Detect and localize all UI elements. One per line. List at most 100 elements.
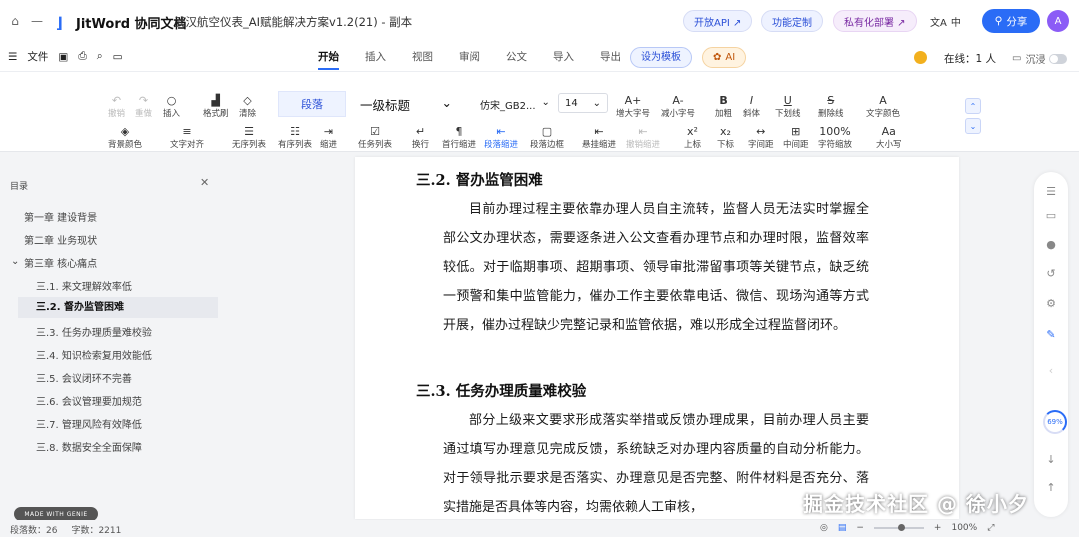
letter-spacing-button[interactable]: ↔ 字间距	[748, 125, 774, 150]
line-break-button[interactable]: ↵ 换行	[412, 125, 429, 150]
shrink-font-button[interactable]: A- 减小字号	[661, 94, 695, 119]
font-color-button[interactable]: A 文字颜色	[866, 94, 900, 119]
zoom-slider[interactable]	[873, 524, 924, 531]
hanging-indent-button[interactable]: ⇤ 悬挂缩进	[582, 125, 616, 150]
first-indent-button[interactable]: ¶ 首行缩进	[442, 125, 476, 150]
menu-bar: ☰ 文件 ▣ ⎙ ⌕ ▭ 开始 插入 视图 审阅 公文 导入 导出 设为模板 ✿…	[0, 42, 1079, 72]
toc-item[interactable]: 第一章 建设背景	[24, 209, 97, 224]
para-border-button[interactable]: ▢ 段落边框	[530, 125, 564, 150]
save-icon[interactable]: ▣	[58, 51, 68, 63]
arrow-down-icon[interactable]: ↓	[1044, 452, 1058, 466]
history-icon[interactable]: ↺	[1044, 266, 1058, 280]
tab-review[interactable]: 审阅	[459, 42, 480, 72]
unordered-list-button[interactable]: ☰ 无序列表	[232, 125, 266, 150]
comment-icon[interactable]: ▭	[1044, 208, 1058, 222]
tab-export[interactable]: 导出	[600, 42, 621, 72]
toc-item[interactable]: 三.3. 任务办理质量难校验	[36, 324, 152, 339]
arrow-up-icon[interactable]: ↑	[1044, 480, 1058, 494]
toc-item[interactable]: 三.6. 会议管理要加规范	[36, 393, 142, 408]
bold-button[interactable]: B 加粗	[715, 94, 732, 119]
search-icon[interactable]: ⌕	[97, 50, 103, 63]
case-button[interactable]: Aa 大小写	[876, 125, 902, 150]
tab-insert[interactable]: 插入	[365, 42, 386, 72]
format-painter-button[interactable]: ▟ 格式刷	[203, 94, 229, 119]
page-view-icon[interactable]: ▤	[838, 523, 847, 533]
font-size-selector[interactable]: 14 ⌄	[558, 93, 608, 113]
minus-icon[interactable]: —	[28, 12, 46, 30]
zoom-indicator[interactable]: 69%	[1043, 410, 1067, 434]
section-heading[interactable]: 三.2. 督办监管困难	[416, 169, 543, 190]
globe-icon[interactable]: ◎	[820, 523, 828, 533]
immersive-toggle[interactable]: ▭ 沉浸	[1012, 51, 1068, 66]
clear-format-button[interactable]: ◇ 清除	[239, 94, 256, 119]
superscript-button[interactable]: x² 上标	[684, 125, 701, 150]
toc-item[interactable]: 三.4. 知识检索复用效能低	[36, 347, 152, 362]
toc-item[interactable]: 三.7. 管理风险有效降低	[36, 416, 142, 431]
print-icon[interactable]: ⎙	[78, 50, 86, 63]
toc-item[interactable]: 第三章 核心痛点	[24, 255, 97, 270]
toc-chevron-icon[interactable]: ⌄	[11, 256, 19, 267]
char-scale-button[interactable]: 100% 字符缩放	[818, 125, 852, 150]
section-heading[interactable]: 三.3. 任务办理质量难校验	[416, 380, 586, 401]
settings-icon[interactable]: ⚙	[1044, 296, 1058, 310]
toc-item-active[interactable]: 三.2. 督办监管困难	[18, 297, 218, 318]
coin-icon[interactable]	[914, 51, 927, 64]
italic-button[interactable]: I 斜体	[743, 94, 760, 119]
tab-import[interactable]: 导入	[553, 42, 574, 72]
present-icon[interactable]: ▭	[113, 51, 123, 63]
document-page[interactable]: 三.2. 督办监管困难 目前办理过程主要依靠办理人员自主流转，监督人员无法实时掌…	[355, 157, 959, 519]
immersive-switch[interactable]	[1049, 53, 1068, 64]
chevron-left-icon[interactable]: ‹	[1044, 363, 1058, 377]
close-icon[interactable]: ✕	[200, 176, 209, 189]
fullscreen-icon[interactable]: ⤢	[987, 523, 994, 533]
toc-item[interactable]: 第二章 业务现状	[24, 232, 97, 247]
tab-home[interactable]: 开始	[318, 42, 339, 72]
task-list-button[interactable]: ☑ 任务列表	[358, 125, 392, 150]
indent-button[interactable]: ⇥ 缩进	[320, 125, 337, 150]
custom-feature-button[interactable]: 功能定制	[761, 10, 823, 32]
made-with-badge[interactable]: MADE WITH GENIE	[14, 507, 98, 521]
heading-selector[interactable]: 一级标题 ⌄	[360, 95, 452, 114]
grow-font-button[interactable]: A+ 增大字号	[616, 94, 650, 119]
bg-color-button[interactable]: ◈ 背景颜色	[108, 125, 142, 150]
toc-item[interactable]: 三.5. 会议闭环不完善	[36, 370, 132, 385]
set-template-button[interactable]: 设为模板	[630, 47, 692, 68]
home-icon[interactable]: ⌂	[6, 12, 24, 30]
file-menu[interactable]: 文件	[27, 49, 48, 64]
avatar[interactable]: A	[1047, 10, 1069, 32]
para-spacing-button[interactable]: ⇤ 段落缩进	[484, 125, 518, 150]
tab-view[interactable]: 视图	[412, 42, 433, 72]
toc-item[interactable]: 三.8. 数据安全全面保障	[36, 439, 142, 454]
undo-button[interactable]: ↶ 撤销	[108, 94, 125, 119]
strike-button[interactable]: S 删除线	[818, 94, 844, 119]
expand-up-icon[interactable]: ⌃	[965, 98, 981, 114]
undo-indent-button[interactable]: ⇤ 撤销缩进	[626, 125, 660, 150]
ai-button[interactable]: ✿ AI	[702, 47, 747, 68]
paragraph[interactable]: 目前办理过程主要依靠办理人员自主流转，监督人员无法实时掌握全部公文办理状态，需要…	[443, 195, 869, 340]
document-title[interactable]: 武汉航空仪表_AI赋能解决方案v1.2(21) - 副本	[174, 14, 412, 30]
zoom-in-icon[interactable]: +	[934, 523, 942, 533]
open-api-button[interactable]: 开放API ↗	[683, 10, 753, 32]
expand-down-icon[interactable]: ⌄	[965, 118, 981, 134]
align-button[interactable]: ≡ 文字对齐	[170, 125, 204, 150]
subscript-button[interactable]: x₂ 下标	[717, 125, 734, 150]
middle-spacing-button[interactable]: ⊞ 中间距	[783, 125, 809, 150]
font-family-selector[interactable]: 仿宋_GB2... ⌄	[480, 97, 550, 112]
language-switch[interactable]: 文A 中	[930, 14, 961, 29]
hamburger-icon[interactable]: ☰	[8, 51, 17, 63]
redo-button[interactable]: ↷ 重做	[135, 94, 152, 119]
private-deploy-button[interactable]: 私有化部署 ↗	[833, 10, 917, 32]
zoom-out-icon[interactable]: −	[856, 523, 864, 533]
share-button[interactable]: ⚲ 分享	[982, 9, 1040, 33]
toc-sidebar: 目录 ✕ 第一章 建设背景 第二章 业务现状 ⌄ 第三章 核心痛点 三.1. 来…	[0, 170, 226, 520]
paragraph-style-selector[interactable]: 段落	[278, 91, 346, 117]
ordered-list-button[interactable]: ☷ 有序列表	[278, 125, 312, 150]
magic-wand-icon[interactable]: ✎	[1044, 327, 1058, 341]
record-icon[interactable]: ●	[1044, 237, 1058, 251]
section-body[interactable]: 目前办理过程主要依靠办理人员自主流转，监督人员无法实时掌握全部公文办理状态，需要…	[443, 195, 869, 340]
toc-item[interactable]: 三.1. 来文理解效率低	[36, 278, 132, 293]
list-icon[interactable]: ☰	[1044, 184, 1058, 198]
tab-official[interactable]: 公文	[506, 42, 527, 72]
underline-button[interactable]: U 下划线	[775, 94, 801, 119]
insert-button[interactable]: ○ 插入	[163, 94, 180, 119]
